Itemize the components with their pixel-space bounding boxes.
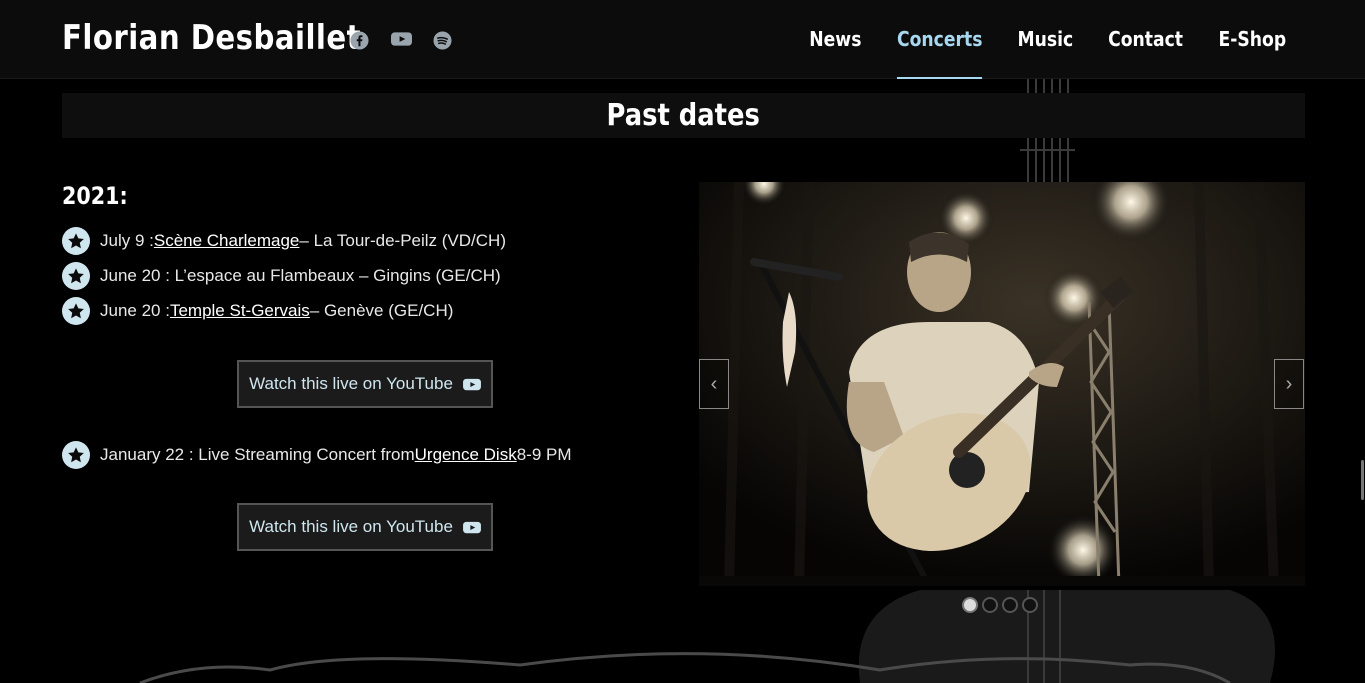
venue-link[interactable]: Urgence Disk [415,445,517,465]
site-title[interactable]: Florian Desbaillet [62,18,361,58]
photo-slideshow[interactable]: ‹ › [699,182,1305,586]
slideshow-pagination [962,597,1038,613]
watch-youtube-label: Watch this live on YouTube [249,374,453,393]
slideshow-next-button[interactable]: › [1274,359,1304,409]
year-heading: 2021: [62,182,128,210]
youtube-icon [462,378,481,390]
concert-date: January 22 : Live Streaming Concert from [100,445,415,464]
star-icon [62,441,90,469]
slide-dot[interactable] [1002,597,1018,613]
star-icon [62,297,90,325]
scrollbar-thumb[interactable] [1361,460,1364,500]
nav-news[interactable]: News [810,0,862,79]
star-icon [62,262,90,290]
watch-youtube-button[interactable]: Watch this live on YouTube [237,360,493,408]
youtube-icon [462,521,481,533]
concert-time: 8-9 PM [516,445,572,464]
watch-youtube-label: Watch this live on YouTube [249,517,453,536]
concert-text: June 20 : L’espace au Flambeaux – Gingin… [100,266,501,285]
youtube-icon[interactable] [391,31,412,47]
slide-dot[interactable] [1022,597,1038,613]
venue-link[interactable]: Temple St-Gervais [170,301,310,321]
concert-item: January 22 : Live Streaming Concert from… [62,441,572,469]
main-nav: News Concerts Music Contact E-Shop [805,0,1292,79]
concert-photo [699,182,1305,586]
nav-eshop[interactable]: E-Shop [1219,0,1287,79]
concert-item: June 20 : Temple St-Gervais – Genève (GE… [62,297,453,325]
concert-item: July 9 : Scène Charlemage – La Tour-de-P… [62,227,506,255]
concert-location: – Genève (GE/CH) [309,301,454,320]
star-icon [62,227,90,255]
nav-contact[interactable]: Contact [1108,0,1183,79]
slide-dot[interactable] [962,597,978,613]
site-header: Florian Desbaillet News Concerts Music C… [0,0,1365,79]
slideshow-prev-button[interactable]: ‹ [699,359,729,409]
spotify-icon[interactable] [433,31,452,50]
concert-date: July 9 : [100,231,154,250]
concert-item: June 20 : L’espace au Flambeaux – Gingin… [62,262,501,290]
nav-concerts[interactable]: Concerts [896,0,983,79]
watch-youtube-button[interactable]: Watch this live on YouTube [237,503,493,551]
slide-dot[interactable] [982,597,998,613]
section-title-bar: Past dates [62,93,1305,138]
venue-link[interactable]: Scène Charlemage [154,231,300,251]
section-title: Past dates [606,98,761,133]
nav-music[interactable]: Music [1018,0,1074,79]
facebook-icon[interactable] [350,31,369,50]
concert-location: – La Tour-de-Peilz (VD/CH) [299,231,506,250]
concert-date: June 20 : [100,301,170,320]
